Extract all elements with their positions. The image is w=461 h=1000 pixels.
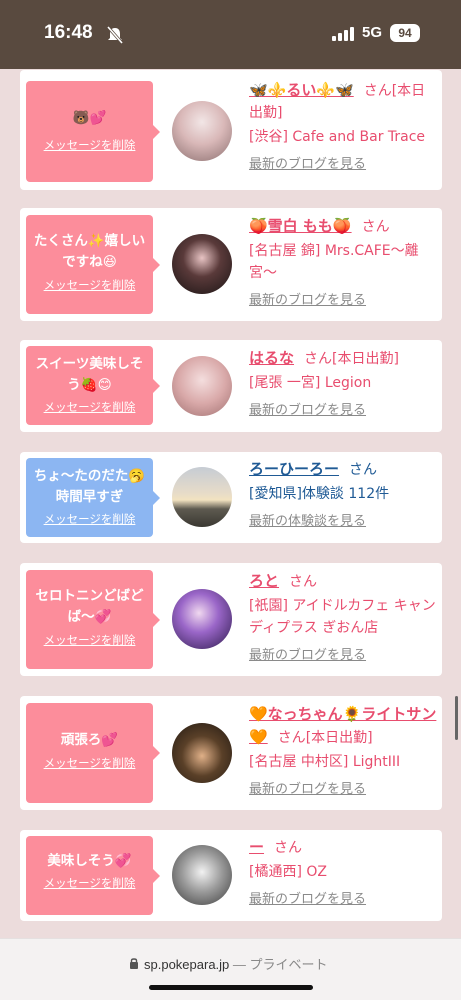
- message-text: 頑張ろ💕: [60, 732, 119, 748]
- avatar[interactable]: [172, 723, 232, 783]
- latest-blog-link[interactable]: 最新のブログを見る: [249, 644, 439, 663]
- message-card: スイーツ美味しそう🍓😊 メッセージを削除 はるな さん[本日出勤] [尾張 一宮]…: [20, 340, 442, 432]
- message-card: ちょ〜たのだた🥱時間早すぎ メッセージを削除 ろーひーろー さん [愛知県]体験談…: [20, 452, 442, 543]
- avatar[interactable]: [172, 234, 232, 294]
- private-mode-label: プライベート: [249, 957, 328, 972]
- message-card: 頑張ろ💕 メッセージを削除 🧡なっちゃん🌻ライトサン🧡 さん[本日出勤] [名古屋…: [20, 696, 442, 810]
- shop-area: [名古屋 錦] Mrs.CAFE〜離宮〜: [249, 243, 419, 281]
- delete-message-link[interactable]: メッセージを削除: [26, 511, 153, 527]
- message-bubble: 美味しそう💞 メッセージを削除: [26, 836, 160, 915]
- delete-message-link[interactable]: メッセージを削除: [26, 277, 153, 293]
- honorific: さん: [289, 574, 318, 590]
- honorific: さん: [349, 462, 378, 478]
- cast-info: ろと さん [祇園] アイドルカフェ キャンディプラス ぎおん店 最新のブログを見…: [249, 570, 439, 663]
- message-text: たくさん✨嬉しいですね😆: [33, 233, 146, 270]
- lock-icon: [130, 958, 138, 969]
- latest-review-link[interactable]: 最新の体験談を見る: [249, 510, 439, 529]
- shop-area: [祇園] アイドルカフェ キャンディプラス ぎおん店: [249, 598, 436, 636]
- url-domain: sp.pokepara.jp: [144, 957, 230, 972]
- avatar[interactable]: [172, 356, 232, 416]
- cast-name-link[interactable]: ー: [249, 838, 264, 856]
- cast-info: 🧡なっちゃん🌻ライトサン🧡 さん[本日出勤] [名古屋 中村区] LightIII…: [249, 703, 439, 797]
- cast-info: はるな さん[本日出勤] [尾張 一宮] Legion 最新のブログを見る: [249, 347, 439, 418]
- message-bubble: 🐻💕 メッセージを削除: [26, 81, 160, 182]
- delete-message-link[interactable]: メッセージを削除: [26, 137, 153, 153]
- url-separator: —: [229, 957, 250, 972]
- message-text: 🐻💕: [72, 110, 107, 126]
- delete-message-link[interactable]: メッセージを削除: [26, 755, 153, 771]
- shop-area: [渋谷] Cafe and Bar Trace: [249, 129, 426, 145]
- shop-area: [尾張 一宮] Legion: [249, 375, 372, 391]
- signal-icon: [332, 27, 354, 41]
- bell-muted-icon: [106, 26, 124, 44]
- url-text[interactable]: sp.pokepara.jp — プライベート: [144, 954, 328, 973]
- message-card: 美味しそう💞 メッセージを削除 ーさん [橘通西] OZ 最新のブログを見る: [20, 830, 442, 921]
- cast-info: 🦋⚜️るい⚜️🦋 さん[本日出勤] [渋谷] Cafe and Bar Trace…: [249, 79, 439, 172]
- cast-name-link[interactable]: 🦋⚜️るい⚜️🦋: [249, 81, 354, 99]
- cast-info: ーさん [橘通西] OZ 最新のブログを見る: [249, 836, 439, 907]
- latest-blog-link[interactable]: 最新のブログを見る: [249, 153, 439, 172]
- status-tag: [本日出勤]: [332, 351, 399, 367]
- latest-blog-link[interactable]: 最新のブログを見る: [249, 778, 439, 797]
- status-tag: [本日出勤]: [305, 730, 373, 746]
- review-area: [愛知県]体験談 112件: [249, 486, 390, 502]
- honorific: さん: [304, 351, 333, 367]
- delete-message-link[interactable]: メッセージを削除: [26, 399, 153, 415]
- delete-message-link[interactable]: メッセージを削除: [26, 875, 153, 891]
- battery-icon: 94: [390, 24, 420, 42]
- avatar[interactable]: [172, 845, 232, 905]
- honorific: さん: [277, 730, 306, 746]
- message-bubble: ちょ〜たのだた🥱時間早すぎ メッセージを削除: [26, 458, 160, 537]
- scrollbar[interactable]: [455, 696, 458, 740]
- status-bar: 16:48 5G 94: [0, 0, 461, 69]
- message-text: セロトニンどばどば〜💞: [35, 588, 144, 625]
- latest-blog-link[interactable]: 最新のブログを見る: [249, 289, 439, 308]
- cast-name-link[interactable]: ろーひーろー: [249, 460, 339, 478]
- avatar[interactable]: [172, 101, 232, 161]
- cast-info: ろーひーろー さん [愛知県]体験談 112件 最新の体験談を見る: [249, 458, 439, 529]
- honorific: さん: [274, 840, 303, 856]
- message-card: たくさん✨嬉しいですね😆 メッセージを削除 🍑雪白 もも🍑 さん [名古屋 錦] …: [20, 208, 442, 321]
- message-text: 美味しそう💞: [47, 853, 132, 869]
- cast-name-link[interactable]: ろと: [249, 572, 279, 590]
- shop-area: [名古屋 中村区] LightIII: [249, 754, 401, 770]
- avatar[interactable]: [172, 589, 232, 649]
- latest-blog-link[interactable]: 最新のブログを見る: [249, 888, 439, 907]
- message-card: 🐻💕 メッセージを削除 🦋⚜️るい⚜️🦋 さん[本日出勤] [渋谷] Cafe a…: [20, 70, 442, 190]
- shop-area: [橘通西] OZ: [249, 864, 327, 880]
- honorific: さん: [361, 219, 390, 235]
- message-bubble: たくさん✨嬉しいですね😆 メッセージを削除: [26, 215, 160, 314]
- message-bubble: スイーツ美味しそう🍓😊 メッセージを削除: [26, 346, 160, 425]
- cast-name-link[interactable]: はるな: [249, 349, 294, 367]
- message-card: セロトニンどばどば〜💞 メッセージを削除 ろと さん [祇園] アイドルカフェ キ…: [20, 563, 442, 676]
- message-bubble: 頑張ろ💕 メッセージを削除: [26, 703, 160, 803]
- avatar[interactable]: [172, 467, 232, 527]
- status-time: 16:48: [44, 22, 93, 43]
- message-text: ちょ〜たのだた🥱時間早すぎ: [33, 468, 146, 505]
- message-text: スイーツ美味しそう🍓😊: [35, 356, 144, 393]
- home-indicator: [149, 985, 313, 990]
- network-label: 5G: [362, 24, 383, 41]
- message-bubble: セロトニンどばどば〜💞 メッセージを削除: [26, 570, 160, 669]
- cast-info: 🍑雪白 もも🍑 さん [名古屋 錦] Mrs.CAFE〜離宮〜 最新のブログを見る: [249, 215, 439, 308]
- cast-name-link[interactable]: 🍑雪白 もも🍑: [249, 217, 352, 235]
- latest-blog-link[interactable]: 最新のブログを見る: [249, 399, 439, 418]
- honorific: さん: [363, 83, 392, 99]
- delete-message-link[interactable]: メッセージを削除: [26, 632, 153, 648]
